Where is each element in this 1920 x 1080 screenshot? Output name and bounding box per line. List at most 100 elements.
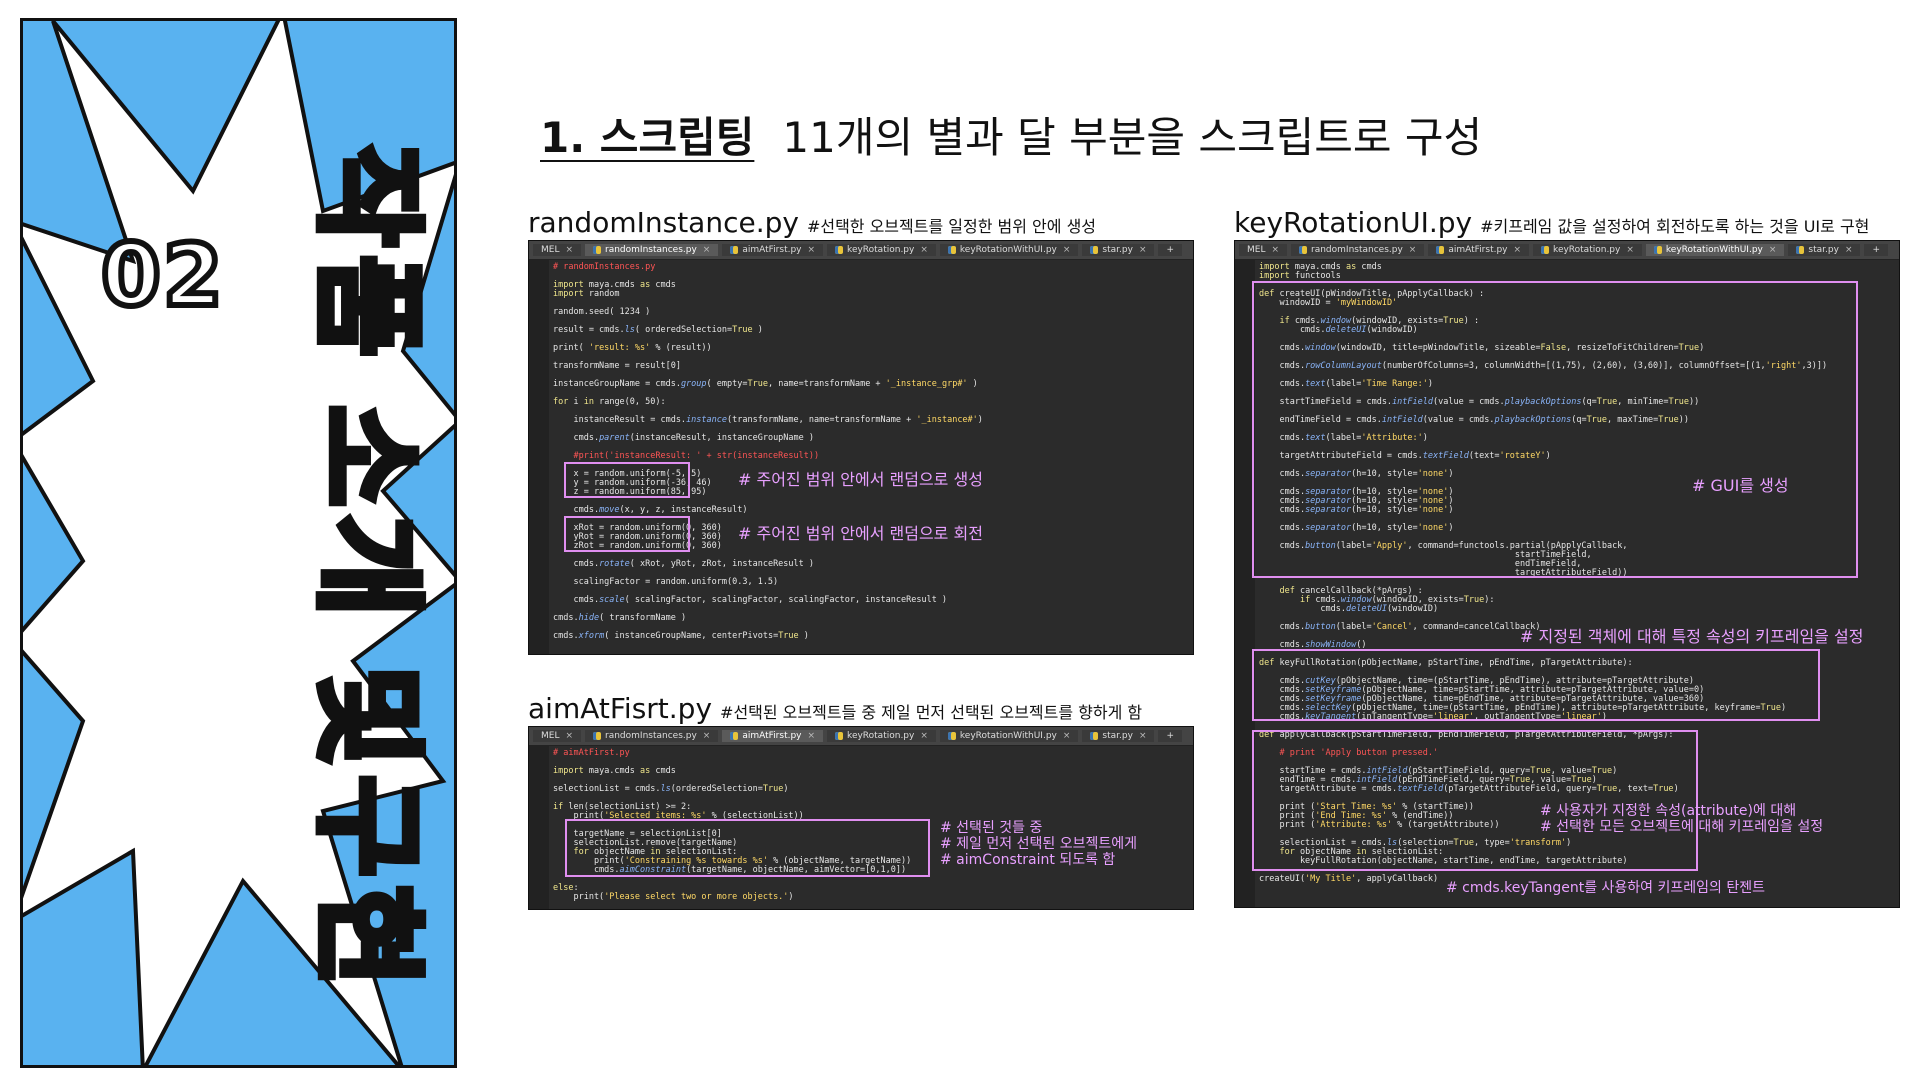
code-line: import random xyxy=(553,289,620,299)
python-file-icon xyxy=(593,731,602,740)
close-icon[interactable]: × xyxy=(1139,245,1147,255)
annotation-line: # 선택된 것들 중 xyxy=(940,820,1043,836)
tab-keyrotation-py[interactable]: keyRotation.py × xyxy=(827,730,936,742)
close-icon[interactable]: × xyxy=(1139,731,1147,741)
tab-keyrotationwithui-py[interactable]: keyRotationWithUI.py × xyxy=(1645,244,1785,256)
section-description: 11개의 별과 달 부분을 스크립트로 구성 xyxy=(782,113,1483,162)
python-file-icon xyxy=(1090,731,1099,740)
tab-label: MEL xyxy=(541,245,560,255)
code-line: instanceGroupName = cmds.group( empty=Tr… xyxy=(553,379,978,389)
tab--[interactable]: + xyxy=(1864,244,1889,256)
close-icon[interactable]: × xyxy=(1409,245,1417,255)
annotation: # cmds.keyTangent를 사용하여 키프레임의 탄젠트 xyxy=(1446,880,1765,896)
tab-mel[interactable]: MEL × xyxy=(533,244,582,256)
file-description: #키프레임 값을 설정하여 회전하도록 하는 것을 UI로 구현 xyxy=(1480,217,1870,236)
tab-label: randomInstances.py xyxy=(605,731,697,741)
annotation-line: # 제일 먼저 선택된 오브젝트에게 xyxy=(940,836,1137,852)
tab-label: star.py xyxy=(1808,245,1839,255)
tab-keyrotationwithui-py[interactable]: keyRotationWithUI.py × xyxy=(939,244,1079,256)
code-line: #print('instanceResult: ' + str(instance… xyxy=(553,451,820,461)
tab-randominstances-py[interactable]: randomInstances.py × xyxy=(585,244,719,256)
tab-keyrotation-py[interactable]: keyRotation.py × xyxy=(827,244,936,256)
code-line: # randomInstances.py xyxy=(553,262,656,272)
tab-bar: MEL × randomInstances.py × aimAtFirst.py × key… xyxy=(529,241,1193,260)
python-file-icon xyxy=(730,731,739,740)
code-line: transformName = result[0] xyxy=(553,361,681,371)
close-icon[interactable]: × xyxy=(808,245,816,255)
tab-label: aimAtFirst.py xyxy=(742,731,802,741)
code-line: cmds.rotate( xRot, yRot, zRot, instanceR… xyxy=(553,559,815,569)
section-number: 02 xyxy=(98,223,226,329)
annotation: # 지정된 객체에 대해 특정 속성의 키프레임을 설정 xyxy=(1520,627,1864,646)
python-file-icon xyxy=(1090,245,1099,254)
tab-label: randomInstances.py xyxy=(605,245,697,255)
highlight-box xyxy=(564,516,690,552)
tab-star-py[interactable]: star.py × xyxy=(1082,730,1155,742)
close-icon[interactable]: × xyxy=(920,731,928,741)
code-line: cmds.scale( scalingFactor, scalingFactor… xyxy=(553,595,948,605)
tab-star-py[interactable]: star.py × xyxy=(1788,244,1861,256)
highlight-box xyxy=(564,462,690,498)
close-icon[interactable]: × xyxy=(920,245,928,255)
tab-randominstances-py[interactable]: randomInstances.py × xyxy=(585,730,719,742)
code-line: import functools xyxy=(1259,271,1341,281)
tab-randominstances-py[interactable]: randomInstances.py × xyxy=(1291,244,1425,256)
title-char: 품 xyxy=(300,252,435,360)
annotation-line: # 선택한 모든 오브젝트에 대해 키프레임을 설정 xyxy=(1540,819,1824,835)
highlight-box xyxy=(1252,649,1820,721)
close-icon[interactable]: × xyxy=(1514,245,1522,255)
tab-label: MEL xyxy=(541,731,560,741)
python-file-icon xyxy=(730,245,739,254)
tab-star-py[interactable]: star.py × xyxy=(1082,244,1155,256)
section-title: 1. 스크립팅 xyxy=(540,113,755,162)
tab-aimatfirst-py[interactable]: aimAtFirst.py × xyxy=(1428,244,1530,256)
tab-label: keyRotation.py xyxy=(847,245,915,255)
annotation-line: # 사용자가 지정한 속성(attribute)에 대해 xyxy=(1540,803,1797,819)
close-icon[interactable]: × xyxy=(1063,731,1071,741)
tab-label: + xyxy=(1166,245,1175,255)
close-icon[interactable]: × xyxy=(1845,245,1853,255)
tab-keyrotation-py[interactable]: keyRotation.py × xyxy=(1533,244,1642,256)
code-line: import maya.cmds as cmds xyxy=(553,280,676,290)
code-line: selectionList = cmds.ls(orderedSelection… xyxy=(553,784,789,794)
python-file-icon xyxy=(1653,245,1662,254)
tab-aimatfirst-py[interactable]: aimAtFirst.py × xyxy=(722,244,824,256)
close-icon[interactable]: × xyxy=(1626,245,1634,255)
file-description: #선택된 오브젝트들 중 제일 먼저 선택된 오브젝트를 향하게 함 xyxy=(720,703,1143,722)
tab--[interactable]: + xyxy=(1158,244,1183,256)
code-line: for i in range(0, 50): xyxy=(553,397,666,407)
close-icon[interactable]: × xyxy=(565,245,573,255)
code-line: cmds.deleteUI(windowID) xyxy=(1259,604,1439,614)
file-name: randomInstance.py xyxy=(528,206,799,239)
tab-label: keyRotationWithUI.py xyxy=(959,245,1057,255)
code-line: import maya.cmds as cmds xyxy=(553,766,676,776)
caption-key-rotation-ui: keyRotationUI.py #키프레임 값을 설정하여 회전하도록 하는 것… xyxy=(1234,206,1869,239)
tab-label: keyRotation.py xyxy=(1553,245,1621,255)
line-gutter xyxy=(529,259,549,654)
tab--[interactable]: + xyxy=(1158,730,1183,742)
python-file-icon xyxy=(593,245,602,254)
tab-label: + xyxy=(1166,731,1175,741)
tab-label: keyRotation.py xyxy=(847,731,915,741)
tab-label: + xyxy=(1872,245,1881,255)
close-icon[interactable]: × xyxy=(1271,245,1279,255)
tab-label: star.py xyxy=(1102,731,1133,741)
code-line: cmds.xform( instanceGroupName, centerPiv… xyxy=(553,631,809,641)
close-icon[interactable]: × xyxy=(1063,245,1071,255)
title-char: 현 xyxy=(300,882,435,990)
close-icon[interactable]: × xyxy=(1769,245,1777,255)
tab-aimatfirst-py[interactable]: aimAtFirst.py × xyxy=(722,730,824,742)
highlight-box xyxy=(1252,281,1858,578)
tab-mel[interactable]: MEL × xyxy=(533,730,582,742)
tab-keyrotationwithui-py[interactable]: keyRotationWithUI.py × xyxy=(939,730,1079,742)
close-icon[interactable]: × xyxy=(703,731,711,741)
close-icon[interactable]: × xyxy=(808,731,816,741)
code-editor-aim-at-first: MEL × randomInstances.py × aimAtFirst.py × key… xyxy=(528,726,1194,910)
caption-random-instance: randomInstance.py #선택한 오브젝트를 일정한 범위 안에 생성 xyxy=(528,206,1096,239)
close-icon[interactable]: × xyxy=(565,731,573,741)
code-area[interactable]: # randomInstances.py import maya.cmds as … xyxy=(553,263,1189,641)
close-icon[interactable]: × xyxy=(703,245,711,255)
tab-mel[interactable]: MEL × xyxy=(1239,244,1288,256)
caption-aim-at-first: aimAtFisrt.py #선택된 오브젝트들 중 제일 먼저 선택된 오브젝트… xyxy=(528,692,1142,725)
tab-label: randomInstances.py xyxy=(1311,245,1403,255)
